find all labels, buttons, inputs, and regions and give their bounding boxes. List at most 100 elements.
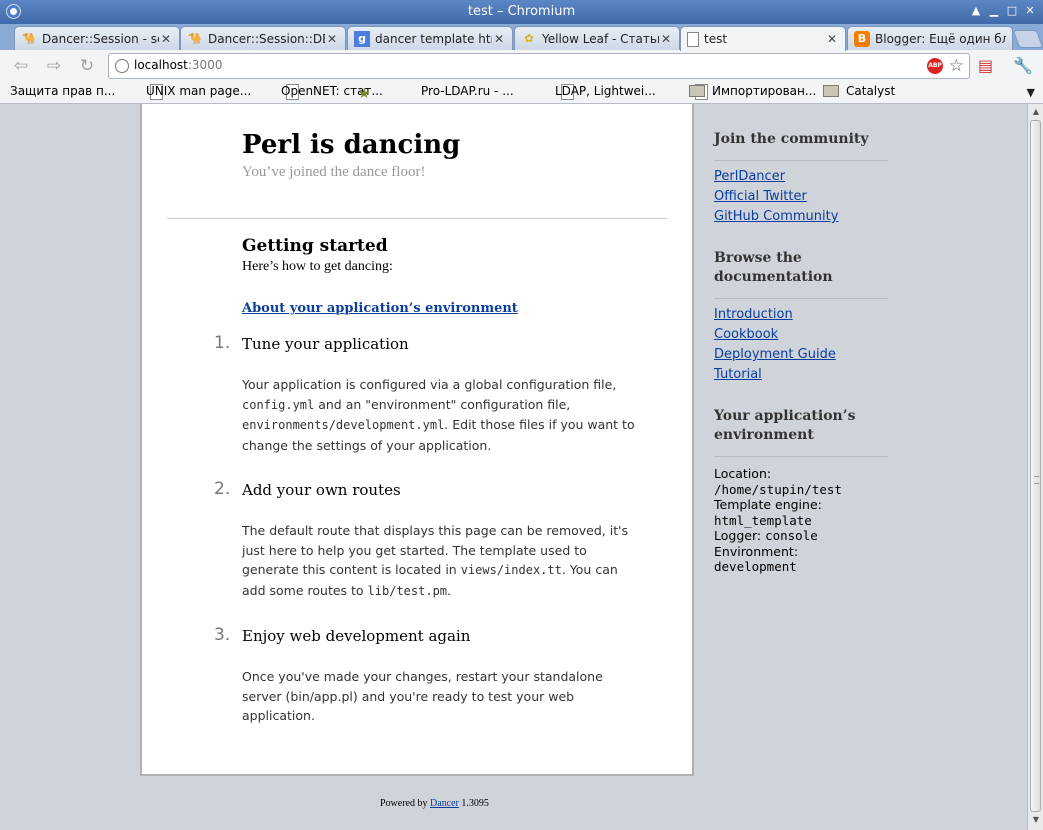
env-label: Location: bbox=[714, 466, 772, 481]
step-text: Once you've made your changes, restart y… bbox=[242, 669, 603, 723]
step-text: and an "environment" configuration file, bbox=[314, 396, 571, 412]
back-arrow-icon[interactable]: ⇦ bbox=[8, 55, 34, 77]
tab[interactable]: 🐪 Dancer::Session::DB ✕ bbox=[180, 26, 346, 50]
star-icon: ★ bbox=[357, 86, 371, 102]
vertical-scrollbar[interactable]: ▲ ▼ bbox=[1027, 104, 1043, 830]
toolbar: ⇦ ⇨ ↻ localhost:3000 ABP ☆ ▤ 🔧 bbox=[0, 50, 1043, 82]
tab-strip: 🐪 Dancer::Session - se ✕ 🐪 Dancer::Sessi… bbox=[0, 24, 1043, 51]
tab[interactable]: g dancer template html ✕ bbox=[347, 26, 513, 50]
step-title: Add your own routes bbox=[242, 481, 401, 499]
page-subtitle: You’ve joined the dance floor! bbox=[242, 164, 426, 180]
bookmark-label: Catalyst bbox=[846, 84, 896, 98]
window-title-bar: test – Chromium ▲ ▁ □ ✕ bbox=[0, 0, 1043, 24]
close-icon[interactable]: ✕ bbox=[1023, 4, 1037, 18]
introduction-link[interactable]: Introduction bbox=[714, 307, 793, 322]
scroll-down-icon[interactable]: ▼ bbox=[1030, 814, 1042, 826]
environment-heading: Your application’s environment bbox=[714, 407, 855, 445]
env-value: /home/stupin/test bbox=[714, 481, 842, 497]
tab-close-icon[interactable]: ✕ bbox=[159, 32, 173, 46]
reload-icon[interactable]: ↻ bbox=[74, 55, 100, 77]
folder-icon bbox=[823, 85, 839, 97]
divider bbox=[714, 160, 888, 161]
url-port: :3000 bbox=[187, 58, 223, 72]
tab-close-icon[interactable]: ✕ bbox=[825, 32, 839, 46]
dancer-link[interactable]: Dancer bbox=[430, 798, 459, 809]
step-text: Your application is configured via a glo… bbox=[242, 377, 617, 392]
bookmark-item[interactable]: UNIX man page... bbox=[146, 84, 299, 100]
folder-icon bbox=[689, 85, 705, 97]
bookmark-folder[interactable]: Catalyst bbox=[823, 84, 895, 98]
step-title: Tune your application bbox=[242, 335, 409, 353]
divider bbox=[167, 218, 667, 219]
step-text: . bbox=[447, 582, 452, 598]
globe-icon bbox=[115, 59, 129, 73]
tab-label: Yellow Leaf - Статьи bbox=[542, 31, 659, 46]
footer-text: Powered by bbox=[380, 798, 430, 809]
scroll-up-icon[interactable]: ▲ bbox=[1030, 106, 1042, 118]
code-snippet: lib/test.pm bbox=[367, 583, 448, 598]
step-title: Enjoy web development again bbox=[242, 627, 471, 645]
step-body: The default route that displays this pag… bbox=[242, 521, 640, 601]
code-snippet: views/index.tt bbox=[460, 563, 562, 577]
scrollbar-thumb[interactable] bbox=[1030, 120, 1041, 812]
footer: Powered by Dancer 1.3095 bbox=[380, 798, 489, 809]
bookmarks-bar: Защита прав п... UNIX man page... ★ OpenN… bbox=[0, 82, 1043, 104]
bookmark-label: Импортирован... bbox=[712, 84, 817, 98]
address-bar[interactable]: localhost:3000 ABP ☆ bbox=[108, 53, 970, 79]
tab-close-icon[interactable]: ✕ bbox=[659, 32, 673, 46]
tab-active[interactable]: test ✕ bbox=[680, 26, 846, 51]
tab-label: Blogger: Ещё один бл bbox=[875, 31, 1006, 46]
bookmark-item[interactable]: Защита прав п... bbox=[10, 84, 163, 100]
grip-icon bbox=[1034, 476, 1039, 484]
google-icon: g bbox=[354, 30, 370, 47]
step-body: Once you've made your changes, restart y… bbox=[242, 667, 640, 726]
bookmark-label: UNIX man page... bbox=[146, 84, 252, 98]
env-label: Template engine: bbox=[714, 497, 822, 512]
tutorial-link[interactable]: Tutorial bbox=[714, 367, 762, 382]
environment-info: Location: /home/stupin/test Template eng… bbox=[714, 466, 842, 575]
page-icon bbox=[687, 31, 699, 47]
getting-started-heading: Getting started bbox=[242, 236, 388, 256]
cookbook-link[interactable]: Cookbook bbox=[714, 327, 778, 342]
bookmark-label: Pro-LDAP.ru - ... bbox=[421, 84, 514, 98]
docs-heading-line: Browse the bbox=[714, 250, 802, 266]
bookmark-star-icon[interactable]: ☆ bbox=[949, 56, 964, 76]
github-link[interactable]: GitHub Community bbox=[714, 209, 838, 224]
twitter-link[interactable]: Official Twitter bbox=[714, 189, 807, 204]
community-heading: Join the community bbox=[714, 131, 869, 147]
step-number: 2. bbox=[214, 479, 231, 499]
blogger-icon: B bbox=[854, 30, 870, 47]
bookmark-item[interactable]: ★ OpenNET: стат... bbox=[281, 84, 383, 102]
about-environment-link[interactable]: About your application’s environment bbox=[242, 301, 518, 316]
deployment-guide-link[interactable]: Deployment Guide bbox=[714, 347, 836, 362]
tab-label: Dancer::Session::DB bbox=[208, 31, 325, 46]
wrench-icon[interactable]: 🔧 bbox=[1013, 56, 1033, 75]
bookmark-label: LDAP, Lightwei... bbox=[555, 84, 656, 98]
footer-version: 1.3095 bbox=[458, 798, 489, 809]
tab[interactable]: ✿ Yellow Leaf - Статьи ✕ bbox=[514, 26, 680, 50]
step-body: Your application is configured via a glo… bbox=[242, 375, 640, 455]
env-label: Logger: bbox=[714, 528, 762, 543]
adblock-icon[interactable]: ABP bbox=[927, 58, 943, 74]
page-title: Perl is dancing bbox=[242, 130, 461, 160]
url-host: localhost bbox=[134, 58, 188, 72]
tab[interactable]: 🐪 Dancer::Session - se ✕ bbox=[14, 26, 180, 50]
bookmark-folder[interactable]: Импортирован... bbox=[689, 84, 816, 98]
env-heading-line: environment bbox=[714, 427, 814, 443]
bookmark-item[interactable]: LDAP, Lightwei... bbox=[555, 84, 708, 100]
minimize-icon[interactable]: ▁ bbox=[987, 4, 1001, 18]
camel-icon: 🐪 bbox=[188, 32, 202, 45]
bookmark-item[interactable]: Pro-LDAP.ru - ... bbox=[421, 84, 574, 100]
tab-close-icon[interactable]: ✕ bbox=[325, 32, 339, 46]
chevron-down-icon[interactable]: ▼ bbox=[1027, 86, 1035, 99]
new-tab-button[interactable] bbox=[1012, 30, 1043, 48]
up-arrow-icon[interactable]: ▲ bbox=[969, 4, 983, 18]
extension-icon[interactable]: ▤ bbox=[978, 56, 993, 75]
tab-label: dancer template html bbox=[375, 31, 492, 46]
tab[interactable]: B Blogger: Ещё один бл bbox=[847, 26, 1013, 50]
maximize-icon[interactable]: □ bbox=[1005, 4, 1019, 18]
tab-close-icon[interactable]: ✕ bbox=[492, 32, 506, 46]
perldancer-link[interactable]: PerlDancer bbox=[714, 169, 785, 184]
forward-arrow-icon[interactable]: ⇨ bbox=[41, 55, 67, 77]
url-text[interactable]: localhost:3000 bbox=[134, 58, 222, 72]
